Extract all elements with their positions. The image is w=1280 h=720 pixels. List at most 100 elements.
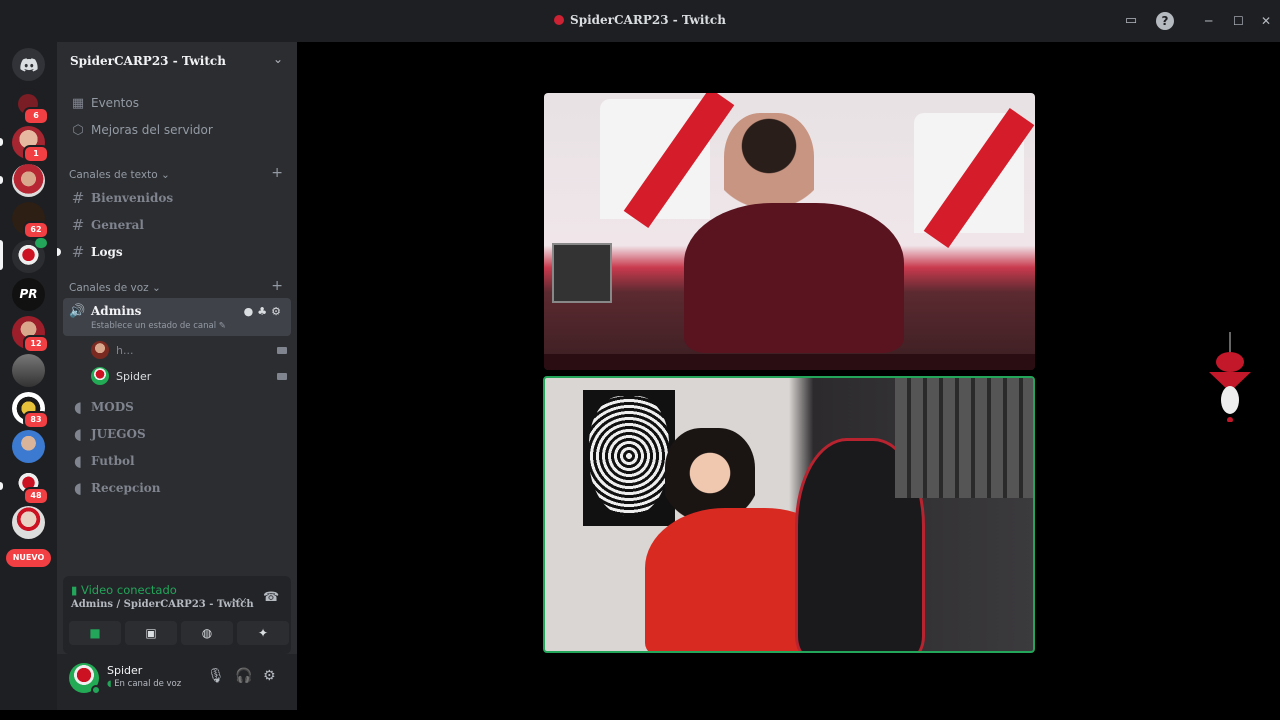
channel-mods[interactable]: ◖ MODS: [65, 394, 289, 420]
speaker-icon: 🔊: [69, 304, 86, 319]
voice-activity-icon: [35, 238, 47, 248]
server-icon-1[interactable]: 6: [12, 88, 49, 125]
channel-logs[interactable]: # Logs: [65, 239, 289, 265]
speaker-icon: ◖: [74, 398, 82, 416]
unread-pill: [0, 176, 3, 184]
shelf-decoration: [895, 378, 1033, 498]
avatar: [91, 341, 109, 359]
discord-icon: [19, 57, 38, 71]
server-icon-8[interactable]: 83: [12, 392, 49, 429]
activities-button[interactable]: ◍: [181, 621, 233, 645]
server-icon-2[interactable]: 1: [12, 126, 49, 163]
unread-badge: 12: [23, 335, 49, 353]
camera-icon: ■: [89, 626, 101, 640]
speaker-icon: ◖: [74, 425, 82, 443]
server-icon-7[interactable]: [12, 354, 45, 387]
screen-share-icon: ▣: [145, 626, 157, 640]
social-bar: [544, 354, 1035, 370]
server-icon-4[interactable]: 62: [12, 202, 49, 239]
selected-pill: [0, 240, 3, 270]
camera-button[interactable]: ■: [69, 621, 121, 645]
chat-icon[interactable]: ●: [244, 305, 258, 318]
chevron-down-icon: ⌄: [161, 169, 170, 181]
video-tile-spider[interactable]: [543, 376, 1035, 653]
server-icon-3[interactable]: [12, 164, 45, 197]
minimize-button[interactable]: ─: [1205, 14, 1212, 28]
server-icon-6[interactable]: 12: [12, 316, 49, 353]
server-icon-11[interactable]: [12, 506, 45, 539]
camera-icon: [277, 372, 287, 380]
user-panel: Spider ◖ En canal de voz 🎙 🎧 ⚙: [57, 654, 297, 710]
window-title: SpiderCARP23 - Twitch: [0, 13, 1280, 27]
voice-connection-panel: ▮ Video conectado Admins / SpiderCARP23 …: [63, 576, 291, 654]
server-rail: 6 1 62 PR 12 83 48 NUEVO: [0, 42, 57, 710]
spiderman-poster: [583, 390, 675, 526]
channel-juegos[interactable]: ◖ JUEGOS: [65, 421, 289, 447]
hash-icon: #: [71, 189, 85, 207]
user-status: ◖ En canal de voz: [107, 679, 182, 689]
voice-connected-status[interactable]: ▮ Video conectado: [71, 583, 177, 597]
signal-icon: ▮: [71, 583, 78, 597]
unread-badge: 6: [23, 107, 49, 125]
category-text-channels[interactable]: Canales de texto ⌄: [69, 169, 170, 181]
online-status-dot: [91, 685, 101, 695]
discord-home-button[interactable]: [12, 48, 45, 81]
screen-share-button[interactable]: ▣: [125, 621, 177, 645]
server-icon-10[interactable]: 48: [12, 468, 49, 505]
unread-badge: 62: [23, 221, 49, 239]
close-button[interactable]: ✕: [1261, 14, 1271, 28]
voice-member[interactable]: h...: [91, 339, 287, 361]
unread-badge: 48: [23, 487, 49, 505]
nav-events[interactable]: ▦ Eventos: [65, 90, 289, 116]
calendar-icon: ▦: [71, 95, 85, 111]
speaker-icon: ◖: [74, 479, 82, 497]
voice-member[interactable]: Spider: [91, 365, 287, 387]
avatar: [91, 367, 109, 385]
server-header[interactable]: SpiderCARP23 - Twitch ⌄: [57, 42, 297, 80]
server-icon-9[interactable]: [12, 430, 45, 463]
maximize-button[interactable]: ☐: [1233, 14, 1244, 28]
soundboard-button[interactable]: ✦: [237, 621, 289, 645]
nav-server-boosts[interactable]: ⬡ Mejoras del servidor: [65, 117, 289, 143]
unread-badge: 83: [23, 411, 49, 429]
disconnect-icon[interactable]: ☎: [263, 590, 279, 605]
voice-channel-admins[interactable]: 🔊 Admins Establece un estado de canal ✎ …: [63, 298, 291, 336]
unread-pill: [57, 248, 61, 256]
hash-icon: #: [71, 243, 85, 261]
user-name[interactable]: Spider: [107, 664, 142, 677]
server-icon-current[interactable]: [12, 238, 47, 273]
gamepad-icon: ◍: [201, 626, 213, 640]
headphones-icon[interactable]: 🎧: [235, 668, 252, 684]
voice-icon: ◖: [107, 679, 112, 689]
voice-channel-path[interactable]: Admins / SpiderCARP23 - Twitch: [71, 599, 254, 610]
channel-recepcion[interactable]: ◖ Recepcion: [65, 475, 289, 501]
channel-general[interactable]: # General: [65, 212, 289, 238]
title-bar: SpiderCARP23 - Twitch ▭ ? ─ ☐ ✕: [0, 0, 1280, 42]
add-text-channel-button[interactable]: +: [271, 165, 283, 181]
category-voice-channels[interactable]: Canales de voz ⌄: [69, 282, 161, 294]
add-voice-channel-button[interactable]: +: [271, 278, 283, 294]
channel-status-prompt[interactable]: Establece un estado de canal ✎: [91, 321, 226, 331]
activity-icon: ✦: [257, 626, 269, 640]
inbox-icon[interactable]: ▭: [1122, 12, 1140, 30]
channel-bienvenidos[interactable]: # Bienvenidos: [65, 185, 289, 211]
streamer-figure: [684, 203, 904, 353]
server-icon-pr[interactable]: PR: [12, 278, 45, 311]
speaker-icon: ◖: [74, 452, 82, 470]
twitch-server-icon: [554, 15, 565, 25]
mic-icon[interactable]: 🎙: [207, 668, 225, 684]
help-icon[interactable]: ?: [1156, 12, 1174, 30]
chevron-down-icon: ⌄: [272, 52, 283, 66]
new-badge[interactable]: NUEVO: [6, 549, 51, 567]
noise-suppression-icon[interactable]: 〰: [233, 590, 246, 609]
add-member-icon[interactable]: ♣: [257, 305, 271, 318]
gear-icon[interactable]: ⚙: [263, 668, 276, 684]
gear-icon[interactable]: ⚙: [271, 305, 285, 318]
video-tile-stream[interactable]: [544, 93, 1035, 370]
monitor-decoration: [552, 243, 612, 303]
channel-futbol[interactable]: ◖ Futbol: [65, 448, 289, 474]
unread-badge: 1: [23, 145, 49, 163]
spiderman-sticker-icon: [1209, 332, 1251, 422]
shield-icon: ⬡: [72, 122, 84, 138]
channel-tools: ●♣⚙: [244, 305, 285, 318]
